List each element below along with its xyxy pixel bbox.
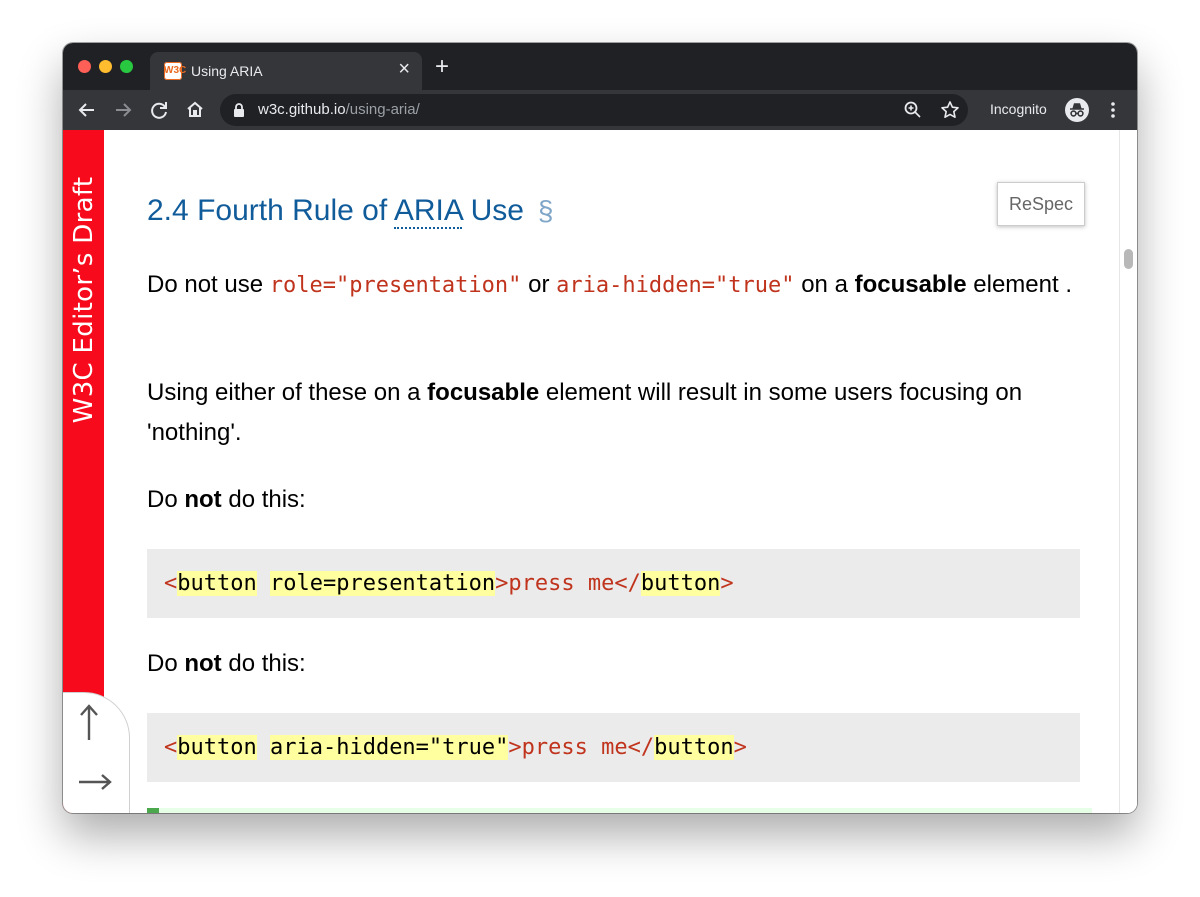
inline-code-aria-hidden: aria-hidden="true" xyxy=(556,273,795,298)
not-emphasis: not xyxy=(184,486,222,513)
text-run: Do xyxy=(147,486,185,513)
code-token: button xyxy=(654,735,734,760)
tab-using-aria[interactable]: W3C Using ARIA × xyxy=(150,52,422,90)
new-tab-icon[interactable]: + xyxy=(435,55,449,79)
code-token: > xyxy=(508,735,522,760)
code-token: button xyxy=(640,571,721,596)
text-run: Using either of these on a xyxy=(147,379,428,406)
browser-window: W3C Using ARIA × + w3c.github.io/using-a… xyxy=(63,43,1137,813)
scrollbar-thumb[interactable] xyxy=(1124,249,1133,269)
do-not-label: Do not do this: xyxy=(147,644,1077,684)
code-token: > xyxy=(733,735,747,760)
respec-button[interactable]: ReSpec xyxy=(997,182,1085,226)
window-minimize-button[interactable] xyxy=(99,60,112,73)
code-token: > xyxy=(720,571,734,596)
code-token: < xyxy=(164,735,178,760)
focusable-term: focusable xyxy=(427,379,540,406)
more-vert-icon[interactable] xyxy=(1100,97,1126,123)
heading-text-pre: Fourth Rule of xyxy=(197,194,388,227)
arrow-up-icon[interactable] xyxy=(77,702,101,747)
arrow-right-icon[interactable] xyxy=(77,770,113,799)
aria-abbreviation[interactable]: ARIA xyxy=(393,194,463,229)
incognito-icon[interactable] xyxy=(1065,98,1089,122)
code-token: button xyxy=(177,735,257,760)
heading-text-post: Use xyxy=(470,194,524,227)
section-self-link[interactable]: § xyxy=(538,195,554,226)
reload-icon[interactable] xyxy=(146,97,172,123)
text-run: do this: xyxy=(221,650,306,677)
text-run: or xyxy=(521,271,557,298)
text-run: on a xyxy=(794,271,855,298)
toolbar: w3c.github.io/using-aria/ Incognito xyxy=(63,90,1137,130)
w3c-favicon-icon: W3C xyxy=(164,62,186,80)
window-maximize-button[interactable] xyxy=(120,60,133,73)
focusable-term: focusable xyxy=(854,271,967,298)
code-token: aria-hidden="true" xyxy=(269,735,509,760)
not-emphasis: not xyxy=(184,650,222,677)
home-icon[interactable] xyxy=(182,97,208,123)
code-token: press me xyxy=(508,571,615,596)
star-icon[interactable] xyxy=(939,99,961,126)
code-token: </ xyxy=(627,735,655,760)
code-token: button xyxy=(177,571,257,596)
explanation-paragraph: Using either of these on a focusable ele… xyxy=(147,373,1077,453)
url-host: w3c.github.io xyxy=(258,101,346,118)
tab-close-icon[interactable]: × xyxy=(398,59,410,79)
rule-paragraph: Do not use role="presentation" or aria-h… xyxy=(147,265,1077,306)
window-close-button[interactable] xyxy=(78,60,91,73)
tab-title: Using ARIA xyxy=(191,63,263,79)
code-token: press me xyxy=(521,735,628,760)
code-token: role=presentation xyxy=(269,571,496,596)
inline-code-role: role="presentation" xyxy=(269,273,522,298)
code-token: < xyxy=(164,571,178,596)
tab-strip: W3C Using ARIA × + xyxy=(63,43,1137,90)
code-token: > xyxy=(495,571,509,596)
text-run: do this: xyxy=(221,486,306,513)
page-viewport: W3C Editor’s Draft ReSpec 2.4 Fourth Rul… xyxy=(63,130,1137,813)
forward-arrow-icon[interactable] xyxy=(110,97,136,123)
address-bar[interactable]: w3c.github.io/using-aria/ xyxy=(220,94,968,126)
text-run: element . xyxy=(966,271,1072,298)
vertical-scrollbar[interactable] xyxy=(1119,130,1137,813)
text-run: Do xyxy=(147,650,185,677)
zoom-icon[interactable] xyxy=(903,100,923,125)
url-text: w3c.github.io/using-aria/ xyxy=(258,101,420,118)
heading-number: 2.4 xyxy=(147,194,189,227)
do-not-label: Do not do this: xyxy=(147,480,1077,520)
incognito-label: Incognito xyxy=(990,101,1047,117)
url-path: /using-aria/ xyxy=(345,101,420,118)
code-example-presentation: <button role=presentation>press me</butt… xyxy=(147,549,1080,618)
section-heading: 2.4 Fourth Rule of ARIA Use § xyxy=(147,194,554,229)
code-example-aria-hidden: <button aria-hidden="true">press me</but… xyxy=(147,713,1080,782)
text-run: Do not use xyxy=(147,271,270,298)
sidebar-label: W3C Editor’s Draft xyxy=(69,176,99,424)
lock-icon xyxy=(233,103,245,122)
example-box-edge xyxy=(147,808,1092,813)
code-token: </ xyxy=(614,571,641,596)
back-arrow-icon[interactable] xyxy=(74,97,100,123)
